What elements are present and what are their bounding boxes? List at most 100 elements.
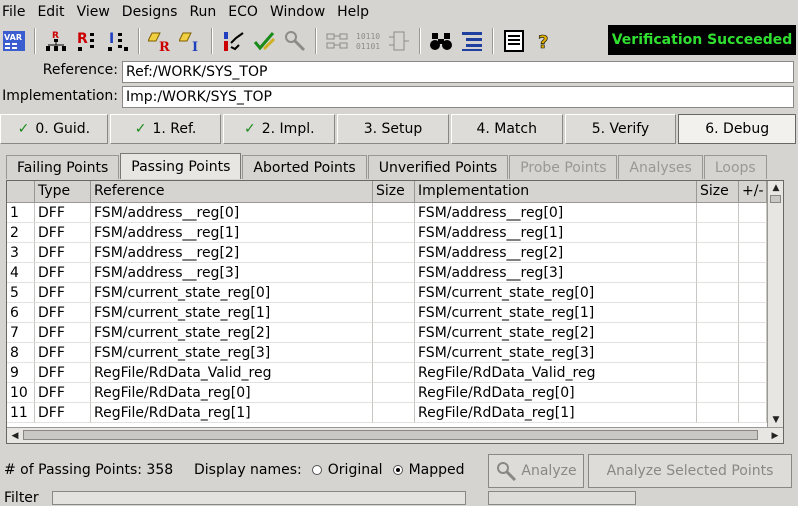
- ref-hierarchy-icon[interactable]: R: [42, 27, 70, 55]
- table-row[interactable]: 2 DFF FSM/address__reg[1] FSM/address__reg[…: [7, 223, 767, 243]
- step-label: 5. Verify: [591, 121, 650, 137]
- menu-window[interactable]: Window: [266, 1, 329, 23]
- table-cell: FSM/current_state_reg[0]: [91, 283, 373, 303]
- ref-eraser-icon[interactable]: R: [146, 27, 174, 55]
- table-cell: [697, 303, 739, 323]
- column-header[interactable]: Size: [373, 181, 415, 203]
- mapped-radio-label[interactable]: Mapped: [409, 462, 465, 478]
- vertical-scroll-thumb[interactable]: [770, 195, 781, 203]
- menu-run[interactable]: Run: [185, 1, 220, 23]
- step-button-6[interactable]: 6. Debug: [678, 114, 797, 144]
- tab-failing-points[interactable]: Failing Points: [6, 155, 120, 179]
- menu-eco[interactable]: ECO: [224, 1, 262, 23]
- verify-check-icon[interactable]: [250, 27, 278, 55]
- menu-edit[interactable]: Edit: [33, 1, 68, 23]
- table-row[interactable]: 8 DFF FSM/current_state_reg[3] FSM/current_…: [7, 343, 767, 363]
- step-button-1[interactable]: ✓ 1. Ref.: [109, 114, 222, 144]
- transcript-icon[interactable]: [500, 27, 528, 55]
- step-button-4[interactable]: 4. Match: [450, 114, 563, 144]
- hierarchy-list-icon[interactable]: [458, 27, 486, 55]
- svg-text:I: I: [109, 31, 114, 47]
- step-label: 3. Setup: [363, 121, 423, 137]
- horizontal-scrollbar[interactable]: ◀ ▶: [7, 427, 783, 443]
- table-cell: [739, 303, 767, 323]
- menu-view[interactable]: View: [73, 1, 114, 23]
- table-cell: [697, 403, 739, 423]
- original-radio-label[interactable]: Original: [328, 462, 383, 478]
- table-cell: [373, 363, 415, 383]
- tab-probe-points: Probe Points: [509, 155, 618, 179]
- table-row[interactable]: 5 DFF FSM/current_state_reg[0] FSM/current_…: [7, 283, 767, 303]
- toolbar-separator: [315, 28, 317, 54]
- table-row[interactable]: 7 DFF FSM/current_state_reg[2] FSM/current_…: [7, 323, 767, 343]
- debug-run-icon[interactable]: [219, 27, 247, 55]
- table-cell: [697, 223, 739, 243]
- step-button-3[interactable]: 3. Setup: [337, 114, 449, 144]
- step-button-5[interactable]: 5. Verify: [564, 114, 677, 144]
- display-names-label: Display names:: [194, 462, 302, 478]
- table-cell: [373, 383, 415, 403]
- help-icon[interactable]: ?: [531, 27, 559, 55]
- horizontal-scroll-thumb[interactable]: [23, 430, 758, 440]
- scroll-right-icon[interactable]: ▶: [768, 429, 782, 443]
- schematic-icon[interactable]: [385, 27, 413, 55]
- reference-field[interactable]: Ref:/WORK/SYS_TOP: [122, 61, 794, 83]
- filter-input[interactable]: [52, 491, 466, 505]
- binoculars-icon[interactable]: [427, 27, 455, 55]
- column-header[interactable]: Size: [697, 181, 739, 203]
- table-cell: [373, 263, 415, 283]
- ref-r-hierarchy-icon[interactable]: R: [73, 27, 101, 55]
- analyze-wrench-icon[interactable]: [281, 27, 309, 55]
- tab-unverified-points[interactable]: Unverified Points: [367, 155, 509, 179]
- filter-button[interactable]: [488, 491, 636, 505]
- column-header[interactable]: [7, 181, 35, 203]
- table-row[interactable]: 3 DFF FSM/address__reg[2] FSM/address__reg[…: [7, 243, 767, 263]
- impl-hierarchy-icon[interactable]: I: [104, 27, 132, 55]
- column-header[interactable]: Type: [35, 181, 91, 203]
- table-cell: [739, 323, 767, 343]
- table-row[interactable]: 9 DFF RegFile/RdData_Valid_reg RegFile/RdDa…: [7, 363, 767, 383]
- table-row[interactable]: 10 DFF RegFile/RdData_reg[0] RegFile/RdData…: [7, 383, 767, 403]
- vertical-scrollbar[interactable]: ▲ ▼: [767, 181, 783, 427]
- scroll-up-icon[interactable]: ▲: [769, 181, 783, 195]
- compare-points-icon[interactable]: [323, 27, 351, 55]
- analyze-wrench-icon: [497, 462, 517, 482]
- mapped-radio[interactable]: [392, 465, 403, 475]
- tab-aborted-points[interactable]: Aborted Points: [242, 155, 367, 179]
- menu-help[interactable]: Help: [333, 1, 373, 23]
- implementation-label: Implementation:: [2, 88, 118, 104]
- implementation-field[interactable]: Imp:/WORK/SYS_TOP: [122, 86, 794, 108]
- table-row[interactable]: 6 DFF FSM/current_state_reg[1] FSM/current_…: [7, 303, 767, 323]
- table-cell: 3: [7, 243, 35, 263]
- column-header[interactable]: Implementation: [415, 181, 697, 203]
- table-body: 1 DFF FSM/address__reg[0] FSM/address__reg[…: [7, 203, 767, 423]
- table-cell: [373, 343, 415, 363]
- binary-pattern-icon[interactable]: 10110 01101: [354, 27, 382, 55]
- step-button-2[interactable]: ✓ 2. Impl.: [223, 114, 336, 144]
- table-row[interactable]: 11 DFF RegFile/RdData_reg[1] RegFile/RdData…: [7, 403, 767, 423]
- scroll-left-icon[interactable]: ◀: [8, 429, 22, 443]
- step-button-0[interactable]: ✓ 0. Guid.: [0, 114, 108, 144]
- table-cell: 9: [7, 363, 35, 383]
- table-cell: [373, 223, 415, 243]
- table-row[interactable]: 4 DFF FSM/address__reg[3] FSM/address__reg[…: [7, 263, 767, 283]
- step-label: 4. Match: [476, 121, 537, 137]
- analyze-button-label: Analyze: [521, 463, 577, 479]
- column-header[interactable]: Reference: [91, 181, 373, 203]
- table-cell: 5: [7, 283, 35, 303]
- original-radio[interactable]: [311, 465, 322, 475]
- table-row[interactable]: 1 DFF FSM/address__reg[0] FSM/address__reg[…: [7, 203, 767, 223]
- analyze-selected-points-button[interactable]: Analyze Selected Points: [588, 454, 792, 488]
- var-icon[interactable]: VAR: [0, 27, 28, 55]
- reference-label: Reference:: [42, 62, 118, 78]
- scroll-down-icon[interactable]: ▼: [769, 413, 783, 427]
- menu-designs[interactable]: Designs: [118, 1, 182, 23]
- tab-passing-points[interactable]: Passing Points: [120, 153, 242, 179]
- table-cell: FSM/current_state_reg[1]: [91, 303, 373, 323]
- table-cell: FSM/address__reg[2]: [415, 243, 697, 263]
- menu-file[interactable]: File: [0, 1, 29, 23]
- analyze-button[interactable]: Analyze: [488, 454, 584, 488]
- table-cell: RegFile/RdData_Valid_reg: [91, 363, 373, 383]
- impl-eraser-icon[interactable]: I: [177, 27, 205, 55]
- column-header[interactable]: +/-: [739, 181, 767, 203]
